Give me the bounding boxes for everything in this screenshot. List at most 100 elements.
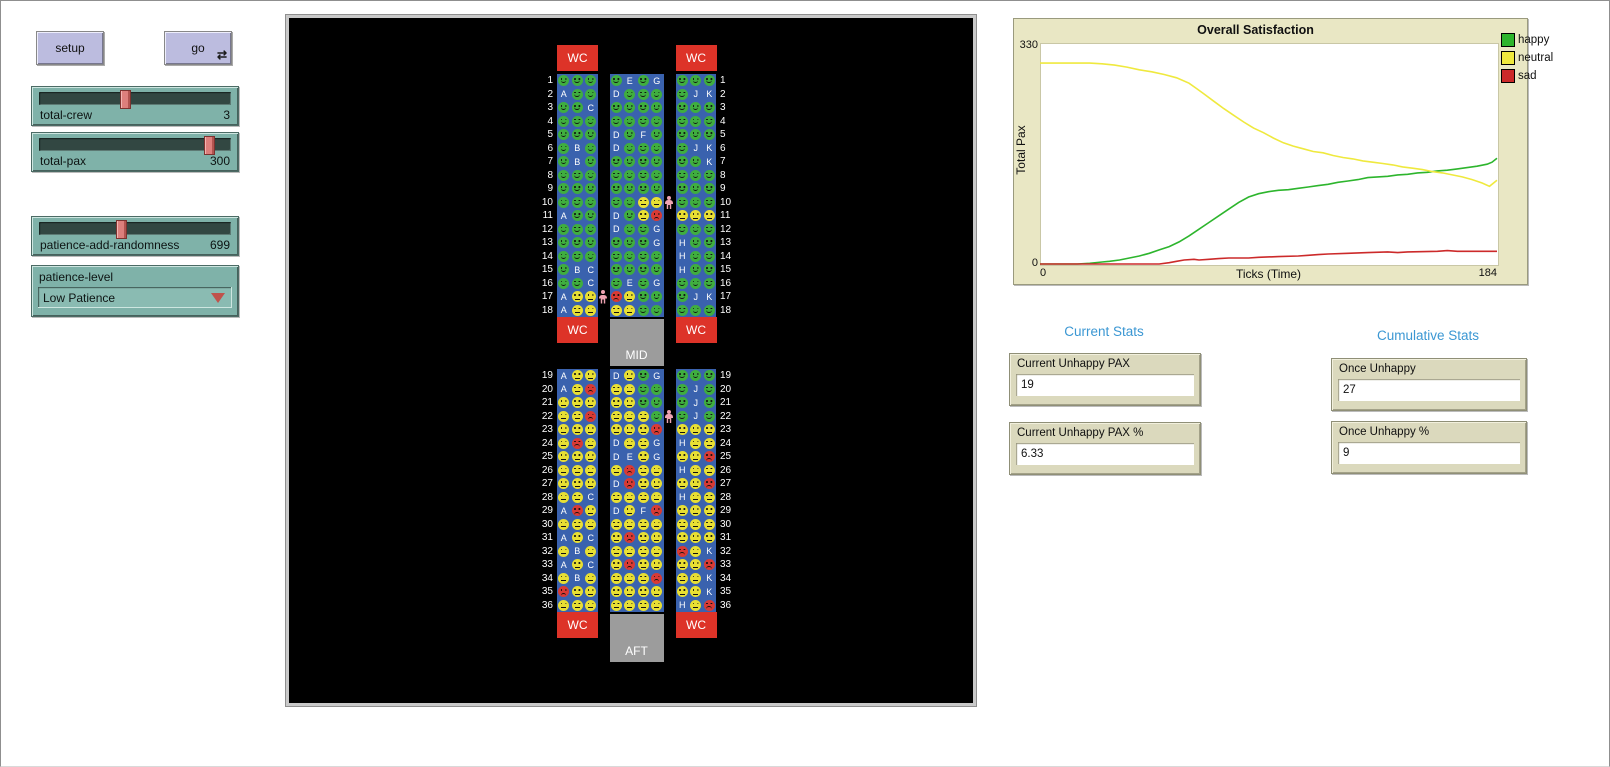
total-crew-slider[interactable]: total-crew 3: [31, 86, 239, 126]
setup-button[interactable]: setup: [36, 31, 104, 65]
crew-member-icon: [665, 410, 674, 424]
seat-E: [623, 504, 637, 518]
patience-level-chooser[interactable]: patience-level Low Patience: [31, 265, 239, 317]
patience-level-dropdown[interactable]: Low Patience: [38, 287, 232, 308]
patience-add-randomness-slider-handle[interactable]: [116, 220, 127, 239]
seat-G: [650, 585, 664, 599]
happy-passenger-icon: [638, 183, 649, 194]
seat-B: [571, 464, 585, 478]
total-pax-slider-handle[interactable]: [204, 136, 215, 155]
happy-passenger-icon: [704, 224, 715, 235]
total-crew-slider-handle[interactable]: [120, 90, 131, 109]
seat-E: [623, 518, 637, 532]
seat-K: [703, 450, 717, 464]
happy-passenger-icon: [558, 278, 569, 289]
seat-B: [571, 491, 585, 505]
seat-E: [623, 531, 637, 545]
seat-B: [571, 504, 585, 518]
seat-B: B: [571, 572, 585, 586]
row-number: 15: [535, 264, 553, 275]
cabin-row-17: 17AJK17: [535, 290, 738, 304]
cabin-row-12: 12DG12: [535, 223, 738, 237]
happy-passenger-icon: [677, 102, 688, 113]
seat-A: A: [557, 88, 571, 102]
row-number: 2: [535, 89, 553, 100]
patience-add-randomness-slider-track[interactable]: [39, 222, 231, 235]
cabin-row-35: 35K35: [535, 585, 738, 599]
row-number: 35: [535, 586, 553, 597]
seat-J: [689, 263, 703, 277]
seat-F: [637, 263, 651, 277]
empty-seat-letter: K: [706, 143, 712, 153]
happy-passenger-icon: [690, 237, 701, 248]
seat-E: [623, 396, 637, 410]
empty-seat-letter: A: [561, 211, 567, 221]
cabin-row-5: 5DF5: [535, 128, 738, 142]
total-crew-slider-track[interactable]: [39, 92, 231, 105]
happy-passenger-icon: [638, 397, 649, 408]
series-line-happy: [1040, 158, 1497, 264]
happy-passenger-icon: [572, 224, 583, 235]
seat-F: [637, 464, 651, 478]
happy-passenger-icon: [651, 129, 662, 140]
neutral-passenger-icon: [638, 586, 649, 597]
happy-passenger-icon: [677, 278, 688, 289]
empty-seat-letter: D: [613, 143, 620, 153]
happy-passenger-icon: [611, 102, 622, 113]
seat-E: [623, 423, 637, 437]
seat-K: [703, 250, 717, 264]
neutral-passenger-icon: [558, 451, 569, 462]
row-number: 21: [720, 397, 738, 408]
total-pax-slider[interactable]: total-pax 300: [31, 132, 239, 172]
happy-passenger-icon: [651, 397, 662, 408]
neutral-passenger-icon: [611, 492, 622, 503]
neutral-passenger-icon: [651, 492, 662, 503]
row-number: 19: [720, 370, 738, 381]
seat-J: J: [689, 383, 703, 397]
seat-G: [650, 169, 664, 183]
seat-B: [571, 558, 585, 572]
seat-B: [571, 531, 585, 545]
seat-H: [676, 142, 690, 156]
seat-H: [676, 383, 690, 397]
seat-A: A: [557, 290, 571, 304]
neutral-passenger-icon: [611, 411, 622, 422]
happy-passenger-icon: [624, 129, 635, 140]
happy-passenger-icon: [638, 224, 649, 235]
row-number: 28: [720, 492, 738, 503]
seat-D: D: [610, 88, 624, 102]
seat-C: [584, 88, 598, 102]
seat-E: [623, 209, 637, 223]
happy-passenger-icon: [638, 143, 649, 154]
seat-F: [637, 304, 651, 318]
cabin-row-8: 88: [535, 169, 738, 183]
seat-A: [557, 236, 571, 250]
seat-G: [650, 572, 664, 586]
seat-H: [676, 423, 690, 437]
neutral-passenger-icon: [611, 586, 622, 597]
go-button[interactable]: go ⇄: [164, 31, 232, 65]
happy-passenger-icon: [638, 116, 649, 127]
cumulative-stats-heading: Cumulative Stats: [1331, 328, 1525, 343]
seat-A: [557, 74, 571, 88]
happy-passenger-icon: [624, 224, 635, 235]
happy-passenger-icon: [572, 116, 583, 127]
neutral-passenger-icon: [690, 573, 701, 584]
happy-passenger-icon: [690, 156, 701, 167]
seat-K: [703, 396, 717, 410]
seat-C: [584, 236, 598, 250]
legend-swatch-neutral: [1501, 51, 1515, 65]
seat-C: [584, 504, 598, 518]
neutral-passenger-icon: [638, 438, 649, 449]
happy-passenger-icon: [690, 370, 701, 381]
seat-G: [650, 558, 664, 572]
total-pax-slider-track[interactable]: [39, 138, 231, 151]
happy-passenger-icon: [638, 75, 649, 86]
seat-A: [557, 572, 571, 586]
patience-add-randomness-slider[interactable]: patience-add-randomness 699: [31, 216, 239, 256]
world-view-canvas[interactable]: WCWCWCWCWCWCMIDAFT1EG12ADJK23C3445DF56BD…: [286, 15, 976, 706]
neutral-passenger-icon: [572, 384, 583, 395]
seat-K: K: [703, 545, 717, 559]
monitor-value: 6.33: [1016, 443, 1194, 465]
happy-passenger-icon: [677, 156, 688, 167]
